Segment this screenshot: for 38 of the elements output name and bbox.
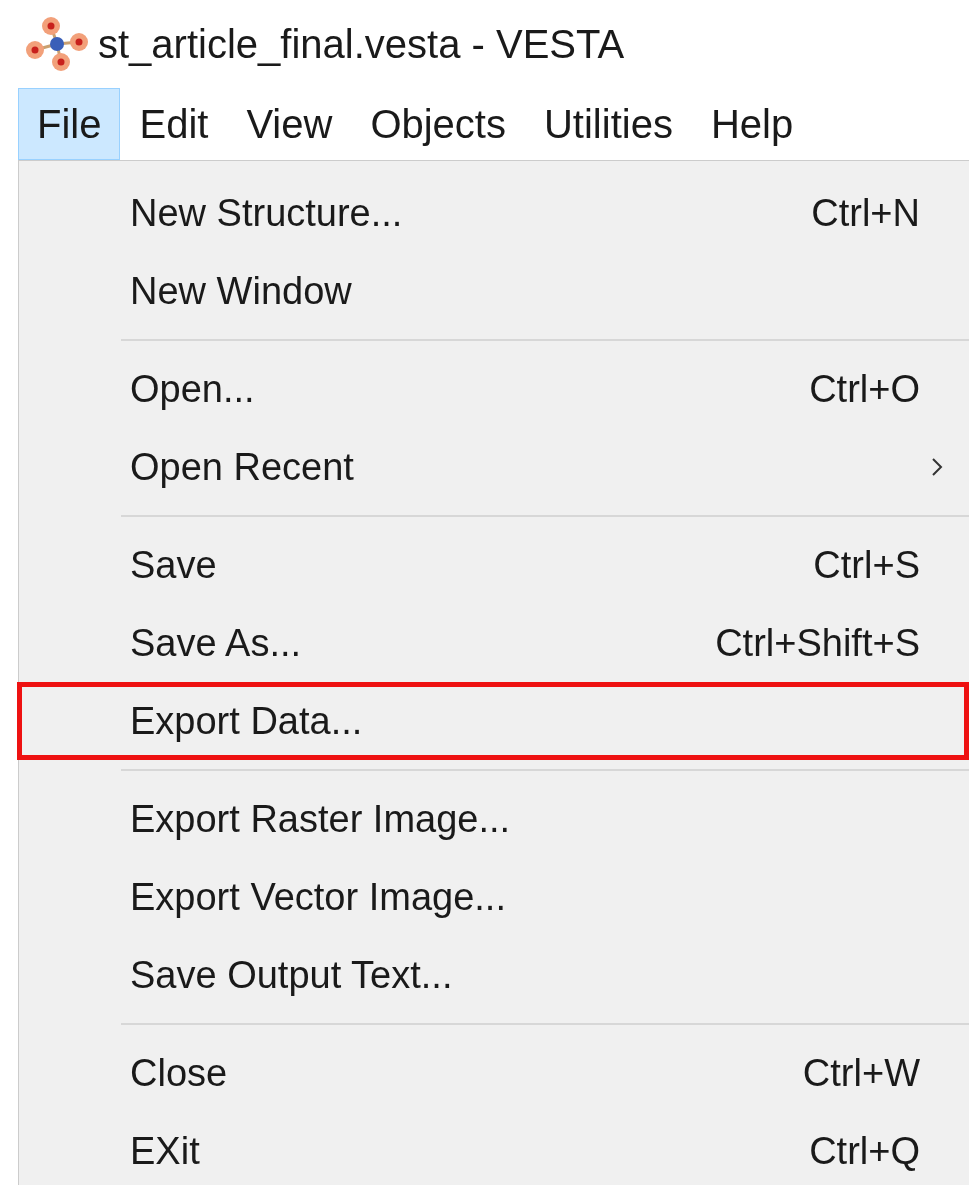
menu-item[interactable]: Open... Ctrl+O <box>17 350 969 428</box>
menu-item[interactable]: Close Ctrl+W <box>17 1034 969 1112</box>
menu-item-label: Export Data... <box>130 698 364 744</box>
menu-item-label: EXit <box>130 1128 201 1174</box>
shortcut-label: Ctrl+S <box>813 542 920 588</box>
menu-bar-item[interactable]: Help <box>691 88 813 160</box>
menu-item[interactable]: Save As... Ctrl+Shift+S <box>17 604 969 682</box>
menu-item-label: Export Raster Image... <box>130 796 512 842</box>
menu-item[interactable]: New Window <box>17 252 969 330</box>
shortcut-label: Ctrl+Q <box>809 1128 920 1174</box>
menu-bar-item[interactable]: File <box>18 88 121 160</box>
menu-item[interactable]: Save Output Text... <box>17 936 969 1014</box>
shortcut-label: Ctrl+W <box>802 1050 920 1096</box>
menu-item-label: New Window <box>130 268 353 314</box>
menu-item-label: New Structure... <box>130 190 404 236</box>
menu-item-label: Save <box>130 542 218 588</box>
menu-item-label: Close <box>130 1050 229 1096</box>
menu-item[interactable]: Open Recent <box>17 428 969 506</box>
menu-item[interactable]: Export Vector Image... <box>17 858 969 936</box>
menu-item-label: Open... <box>130 366 256 412</box>
menu-bar-item[interactable]: Objects <box>351 88 525 160</box>
menu-bar-item[interactable]: Edit <box>120 88 228 160</box>
shortcut-label: Ctrl+Shift+S <box>715 620 920 666</box>
window-title: st_article_final.vesta - VESTA <box>98 21 625 68</box>
menu-item[interactable]: EXit Ctrl+Q <box>17 1112 969 1185</box>
menu-item-label: Save As... <box>130 620 303 666</box>
menu-item[interactable]: New Structure... Ctrl+N <box>17 174 969 252</box>
menu-bar-item[interactable]: Utilities <box>525 88 692 160</box>
shortcut-label: Ctrl+N <box>811 190 920 236</box>
menu-item[interactable]: Export Raster Image... <box>17 780 969 858</box>
menu-item-label: Export Vector Image... <box>130 874 507 920</box>
shortcut-label: Ctrl+O <box>809 366 920 412</box>
menu-item-label: Open Recent <box>130 444 355 490</box>
menu-item[interactable]: Export Data... <box>17 682 969 760</box>
menu-bar-item[interactable]: View <box>227 88 352 160</box>
app-logo-icon <box>24 16 90 72</box>
menu-item-label: Save Output Text... <box>130 952 454 998</box>
menu-item[interactable]: Save Ctrl+S <box>17 526 969 604</box>
